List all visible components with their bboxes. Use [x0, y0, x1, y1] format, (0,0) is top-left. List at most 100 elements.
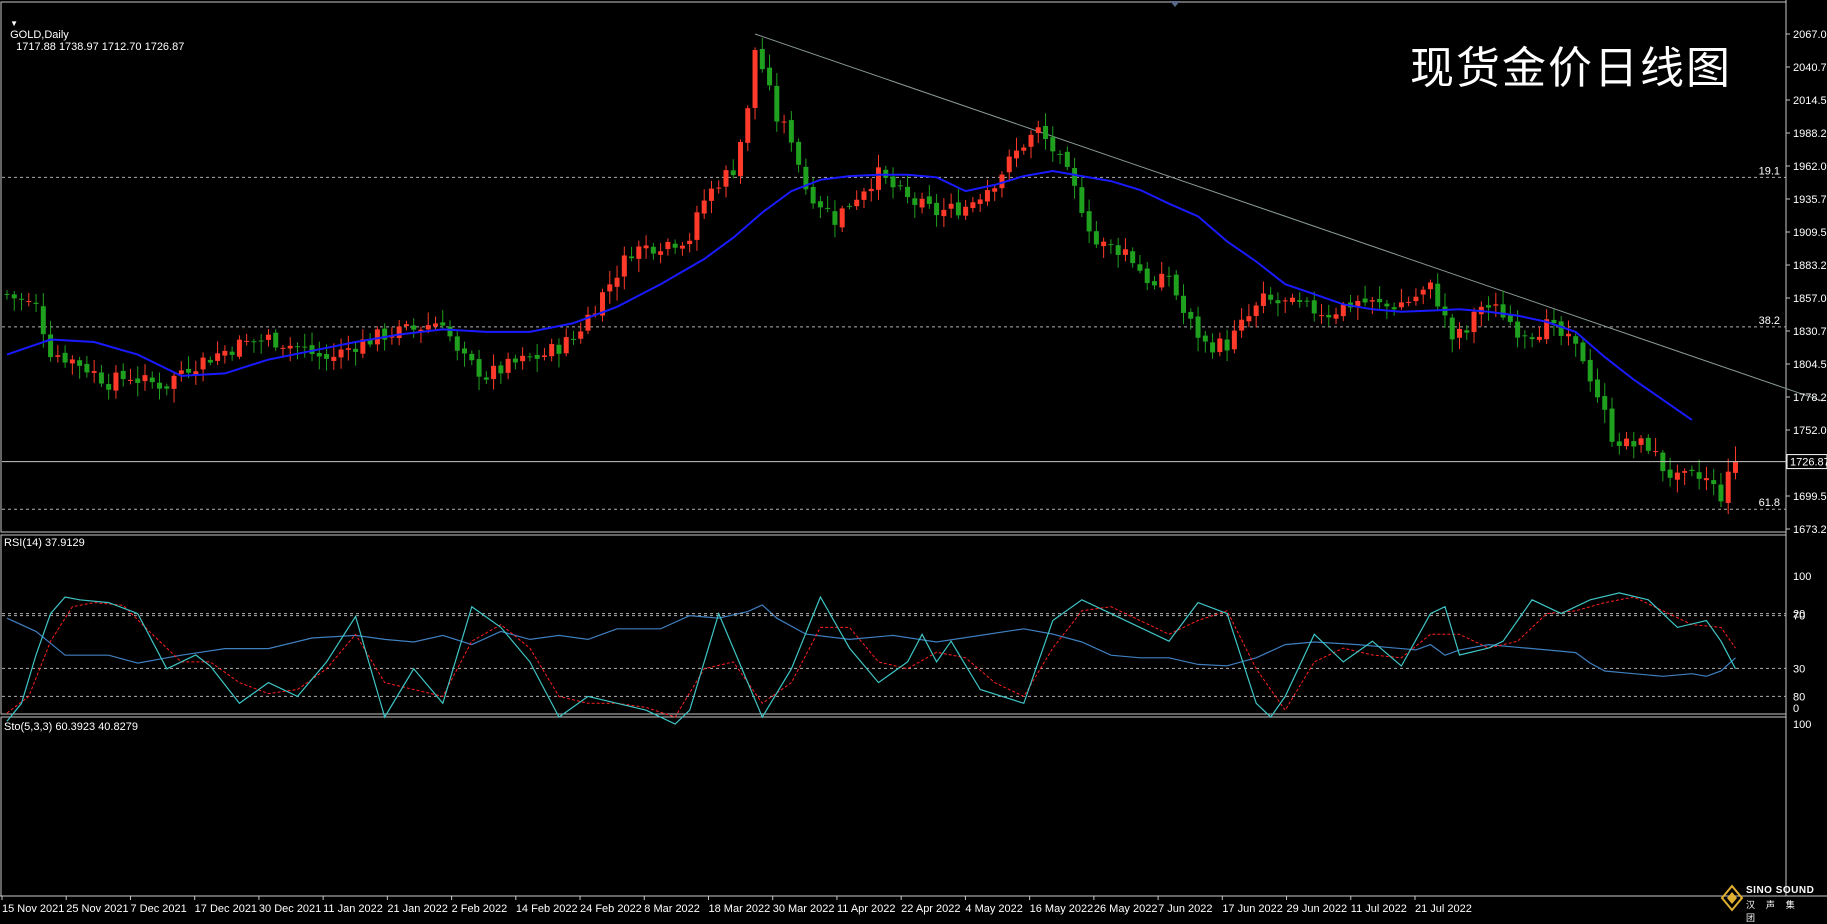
candle-body	[759, 49, 765, 70]
candle-body	[1449, 317, 1455, 340]
candle-body	[454, 336, 460, 351]
date-tick-label: 17 Jun 2022	[1222, 903, 1283, 915]
price-tick-label: 1962.00	[1793, 161, 1827, 173]
candle-body	[796, 141, 802, 165]
candle-body	[324, 354, 330, 359]
candle-body	[955, 202, 961, 216]
price-tick-label: 1909.50	[1793, 227, 1827, 239]
candle-body	[919, 198, 925, 208]
candle-body	[1333, 314, 1339, 319]
candle-body	[1210, 342, 1216, 353]
stoch-tick-label: 100	[1793, 719, 1811, 731]
candle-body	[1587, 359, 1593, 382]
candle-body	[1406, 301, 1412, 303]
date-tick-label: 24 Feb 2022	[580, 903, 642, 915]
candle-body	[534, 355, 540, 359]
candle-body	[1181, 295, 1187, 313]
candle-body	[839, 208, 845, 228]
panel-frame-2	[0, 716, 1787, 897]
date-tick-label: 15 Nov 2021	[2, 903, 64, 915]
stoch-tick-label: 20	[1793, 609, 1805, 621]
candle-body	[287, 345, 293, 349]
candle-body	[527, 356, 533, 358]
panel-frame-1	[0, 534, 1787, 715]
date-tick-label: 11 Jul 2022	[1351, 903, 1407, 915]
candle-body	[186, 368, 192, 373]
candle-body	[948, 203, 954, 209]
candle-body	[1471, 311, 1477, 333]
candle-body	[127, 379, 133, 381]
candle-body	[897, 185, 903, 187]
candle-body	[825, 207, 831, 209]
price-tick-label: 2014.50	[1793, 95, 1827, 107]
panel-borders	[0, 0, 1827, 897]
candle-body	[926, 196, 932, 204]
date-axis: 15 Nov 2021 25 Nov 2021 7 Dec 2021 17 Dec 2…	[1, 896, 1472, 915]
candle-body	[411, 325, 417, 330]
candle-body	[84, 363, 90, 373]
candle-body	[541, 355, 547, 357]
candle-body	[1326, 314, 1332, 318]
date-tick-label: 7 Jun 2022	[1158, 903, 1212, 915]
candle-body	[1493, 304, 1499, 306]
candle-body	[69, 359, 75, 364]
candle-body	[1413, 296, 1419, 302]
candle-body	[1137, 264, 1143, 271]
candle-body	[556, 344, 562, 354]
candle-body	[236, 339, 242, 357]
stoch-main-line	[6, 592, 1737, 725]
logo-sub: 汉 声 集 团	[1746, 901, 1799, 924]
triangle-down-icon[interactable]: ▼	[10, 19, 18, 28]
candle-body	[1130, 251, 1136, 264]
candle-body	[1391, 307, 1397, 310]
candle-body	[665, 241, 671, 250]
candle-body	[912, 198, 918, 205]
candle-body	[1144, 268, 1150, 284]
shift-marker-icon	[1170, 1, 1180, 7]
candle-body	[1268, 294, 1274, 300]
candle-body	[62, 352, 68, 363]
candle-body	[353, 348, 359, 352]
date-tick-label: 22 Apr 2022	[901, 903, 960, 915]
candle-body	[1362, 298, 1368, 303]
candle-body	[215, 353, 221, 361]
date-tick-label: 14 Feb 2022	[516, 903, 578, 915]
candle-body	[476, 359, 482, 377]
stoch-tick-label: 80	[1793, 691, 1805, 703]
logo-name: SINO SOUND	[1746, 885, 1815, 896]
candle-body	[244, 340, 250, 342]
candle-body	[440, 322, 446, 326]
candle-body	[1231, 330, 1237, 350]
candle-body	[432, 323, 438, 327]
candle-body	[1696, 472, 1702, 479]
candle-body	[1282, 300, 1288, 302]
rsi-tick-label: 0	[1793, 703, 1799, 715]
candle-body	[1638, 438, 1644, 445]
candle-body	[157, 382, 163, 389]
candle-body	[113, 372, 119, 391]
candle-body	[1377, 299, 1383, 303]
candle-body	[701, 200, 707, 214]
candle-body	[1457, 328, 1462, 338]
candle-body	[629, 256, 635, 259]
candle-body	[1536, 336, 1542, 340]
candle-body	[716, 187, 722, 189]
price-tick-label: 2040.75	[1793, 62, 1827, 74]
candle-body	[491, 365, 497, 380]
price-tick-label: 1778.25	[1793, 392, 1827, 404]
date-tick-label: 21 Jan 2022	[387, 903, 448, 915]
candle-body	[1289, 297, 1295, 303]
candle-body	[55, 355, 61, 357]
symbol-name: GOLD,Daily	[10, 29, 69, 41]
rsi-tick-label: 100	[1793, 571, 1811, 583]
chart-canvas[interactable]: 19.1 38.2 61.8 2067.00 2040.75 2014.50 1988.2…	[0, 0, 1827, 918]
candle-body	[1653, 451, 1659, 453]
candle-body	[1093, 231, 1099, 245]
candle-body	[1384, 303, 1390, 307]
rsi-panel: 10070300	[2, 571, 1811, 715]
symbol-header[interactable]: ▼ GOLD,Daily 1717.88 1738.97 1712.70 172…	[4, 5, 184, 53]
candle-body	[1427, 282, 1433, 290]
candle-body	[512, 358, 518, 363]
price-tick-label: 1699.50	[1793, 491, 1827, 503]
candle-body	[614, 277, 620, 287]
